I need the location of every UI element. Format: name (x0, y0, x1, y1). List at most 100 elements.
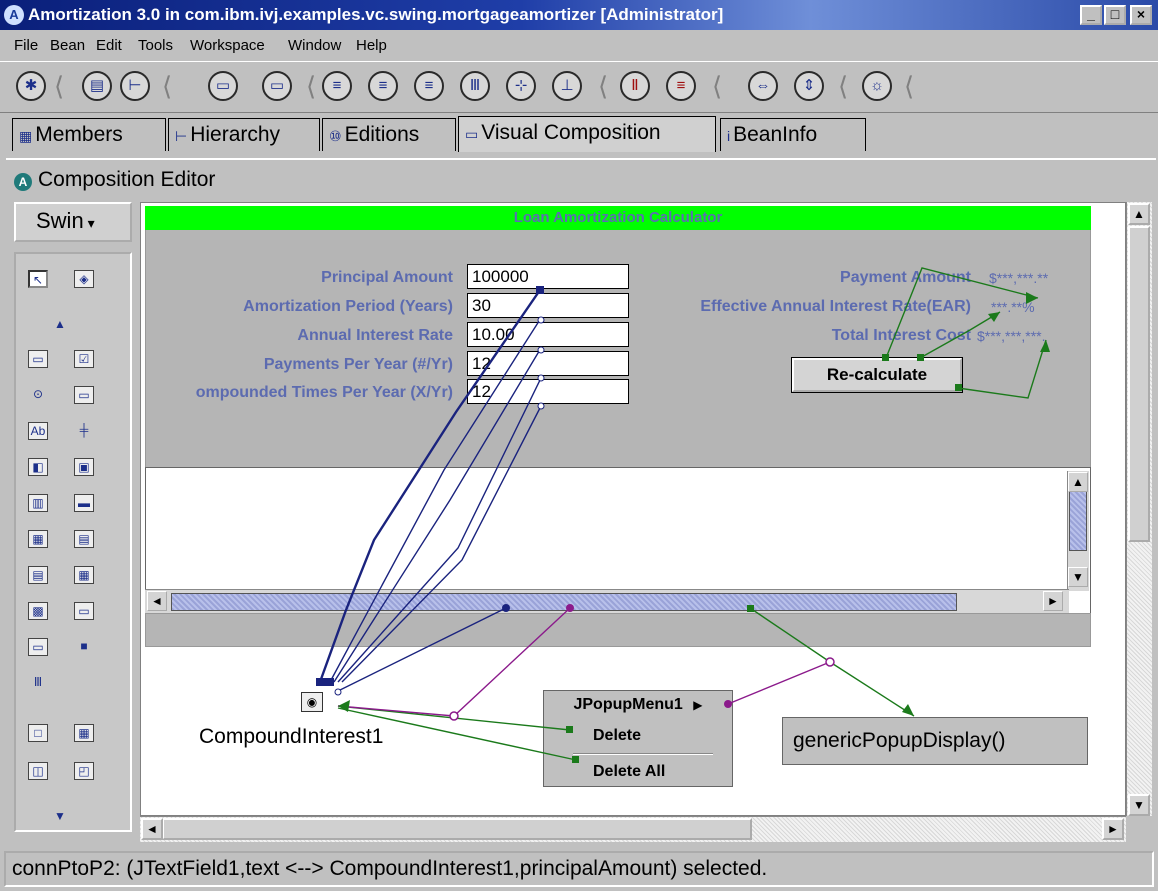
editor-tabs: ▦ Members ⊢ Hierarchy ⑩ Editions ▭ Visual Co… (0, 116, 1158, 152)
window-title: Amortization 3.0 in com.ibm.ivj.examples… (28, 5, 724, 24)
close-button[interactable]: × (1130, 5, 1152, 25)
table-scroll-left-button[interactable]: ◄ (147, 591, 167, 611)
table-vertical-thumb[interactable] (1069, 491, 1087, 551)
radio-button-icon[interactable]: ⊙ (28, 386, 48, 404)
tabbed-pane-icon[interactable]: ▦ (74, 566, 94, 584)
menu-edit[interactable]: Edit (96, 37, 122, 54)
canvas-scroll-up-button[interactable]: ▲ (1128, 203, 1150, 225)
canvas-vertical-thumb[interactable] (1128, 226, 1150, 542)
palette-category-select[interactable]: Swin ▾ (14, 202, 132, 242)
combo-icon[interactable]: ▬ (74, 494, 94, 512)
match-height-icon[interactable]: ⇕ (794, 71, 824, 101)
menu-tools[interactable]: Tools (138, 37, 173, 54)
selection-tool-icon[interactable]: ↖ (28, 270, 48, 288)
popup-separator (573, 753, 713, 755)
scroll-up-icon[interactable]: ▲ (50, 316, 70, 334)
align-bottom-icon[interactable]: ⊥ (552, 71, 582, 101)
table-scroll-down-button[interactable]: ▼ (1068, 567, 1088, 587)
payments-per-year-field[interactable]: 12 (467, 351, 629, 376)
table-icon[interactable]: ▦ (28, 530, 48, 548)
minimize-button[interactable]: _ (1080, 5, 1102, 25)
tab-label: Visual Composition (481, 121, 661, 144)
compound-interest-bean-label[interactable]: CompoundInterest1 (199, 725, 383, 749)
tab-members[interactable]: ▦ Members (12, 118, 166, 151)
payment-amount-value: $***,***.** (989, 270, 1049, 286)
scroll-down-icon[interactable]: ▼ (50, 808, 70, 826)
compounded-times-field[interactable]: 12 (467, 379, 629, 404)
align-left-icon[interactable]: ≡ (322, 71, 352, 101)
recalculate-button[interactable]: Re-calculate (791, 357, 963, 393)
toolbar-separator: ⟨ (598, 71, 609, 101)
align-top-icon[interactable]: Ⅲ (460, 71, 490, 101)
distribute-horizontal-icon[interactable]: Ⅱ (620, 71, 650, 101)
maximize-button[interactable]: □ (1104, 5, 1126, 25)
split-pane-icon[interactable]: ▤ (28, 566, 48, 584)
tree-icon[interactable]: ▤ (74, 530, 94, 548)
slider-icon[interactable]: ╪ (74, 422, 94, 440)
menu-window[interactable]: Window (288, 37, 341, 54)
table-scroll-right-button[interactable]: ► (1043, 591, 1063, 611)
align-center-icon[interactable]: ≡ (368, 71, 398, 101)
dialog-icon[interactable]: □ (28, 724, 48, 742)
applet-alt-icon[interactable]: ◰ (74, 762, 94, 780)
canvas-horizontal-thumb[interactable] (162, 818, 752, 840)
composition-canvas[interactable]: Loan Amortization Calculator Principal A… (140, 202, 1126, 816)
submenu-arrow-icon: ▶ (693, 698, 703, 712)
button-icon[interactable]: ◧ (28, 458, 48, 476)
payment-amount-label: Payment Amount (840, 269, 971, 286)
menu-help[interactable]: Help (356, 37, 387, 54)
tab-hierarchy[interactable]: ⊢ Hierarchy (168, 118, 320, 151)
table-scroll-up-button[interactable]: ▲ (1068, 472, 1088, 492)
toolbar-separator: ⟨ (712, 71, 723, 101)
window-icon[interactable]: ▦ (74, 724, 94, 742)
generic-popup-display-script[interactable]: genericPopupDisplay() (782, 717, 1088, 765)
total-interest-value: $***,***,***. (977, 328, 1046, 344)
menu-bean[interactable]: Bean (50, 37, 85, 54)
canvas-scroll-right-button[interactable]: ► (1102, 818, 1124, 840)
panel-icon[interactable]: ▣ (74, 458, 94, 476)
ear-label: Effective Annual Interest Rate(EAR) (700, 298, 971, 315)
applet-icon[interactable]: ◫ (28, 762, 48, 780)
canvas-scroll-left-button[interactable]: ◄ (141, 818, 163, 840)
popup-item-delete-all[interactable]: Delete All (593, 763, 665, 781)
align-middle-icon[interactable]: ⊹ (506, 71, 536, 101)
menu-icon[interactable]: ▭ (74, 602, 94, 620)
toolbar-icon[interactable]: ■ (74, 638, 94, 656)
compound-interest-bean-icon[interactable]: ◉ (301, 692, 323, 712)
hierarchy-icon[interactable]: ⊢ (120, 71, 150, 101)
checkbox-icon[interactable]: ☑ (74, 350, 94, 368)
tab-beaninfo[interactable]: i BeanInfo (720, 118, 866, 151)
match-width-icon[interactable]: ⇔ (748, 71, 778, 101)
label-icon[interactable]: Ab (28, 422, 48, 440)
align-right-icon[interactable]: ≡ (414, 71, 444, 101)
popup-menu-title[interactable]: JPopupMenu1 ▶ (543, 690, 733, 720)
text-field-icon[interactable]: ▭ (28, 350, 48, 368)
tab-label: Members (35, 123, 123, 146)
list-icon[interactable]: ▥ (28, 494, 48, 512)
popup-item-delete[interactable]: Delete (593, 727, 641, 745)
run-icon[interactable]: ✱ (16, 71, 46, 101)
menu-workspace[interactable]: Workspace (190, 37, 265, 54)
distribute-vertical-icon[interactable]: ≡ (666, 71, 696, 101)
properties-icon[interactable]: ☼ (862, 71, 892, 101)
annual-interest-rate-field[interactable]: 10.00 (467, 322, 629, 347)
principal-amount-field[interactable]: 100000 (467, 264, 629, 289)
toggle-button-icon[interactable]: ▭ (74, 386, 94, 404)
internal-frame-icon[interactable]: ▩ (28, 602, 48, 620)
tab-editions[interactable]: ⑩ Editions (322, 118, 456, 151)
frame-icon[interactable]: Ⅲ (28, 674, 48, 692)
text-field-icon[interactable]: ▭ (208, 71, 238, 101)
text-field-alt-icon[interactable]: ▭ (262, 71, 292, 101)
table-horizontal-thumb[interactable] (171, 593, 957, 611)
canvas-scroll-down-button[interactable]: ▼ (1128, 794, 1150, 816)
toolbar-separator: ⟨ (838, 71, 849, 101)
beans-list-icon[interactable]: ▤ (82, 71, 112, 101)
status-bar: connPtoP2: (JTextField1,text <--> Compou… (4, 851, 1154, 887)
menu-file[interactable]: File (14, 37, 38, 54)
choose-bean-icon[interactable]: ◈ (74, 270, 94, 288)
amortization-period-field[interactable]: 30 (467, 293, 629, 318)
progress-bar-icon[interactable]: ▭ (28, 638, 48, 656)
tab-label: Hierarchy (190, 123, 281, 146)
tab-visual-composition[interactable]: ▭ Visual Composition (458, 116, 716, 152)
toolbar: ✱ ⟨ ▤ ⊢ ⟨ ▭ ▭ ⟨ ≡ ≡ ≡ Ⅲ ⊹ ⊥ ⟨ Ⅱ ≡ ⟨ ⇔ ⇕ … (0, 61, 1158, 113)
